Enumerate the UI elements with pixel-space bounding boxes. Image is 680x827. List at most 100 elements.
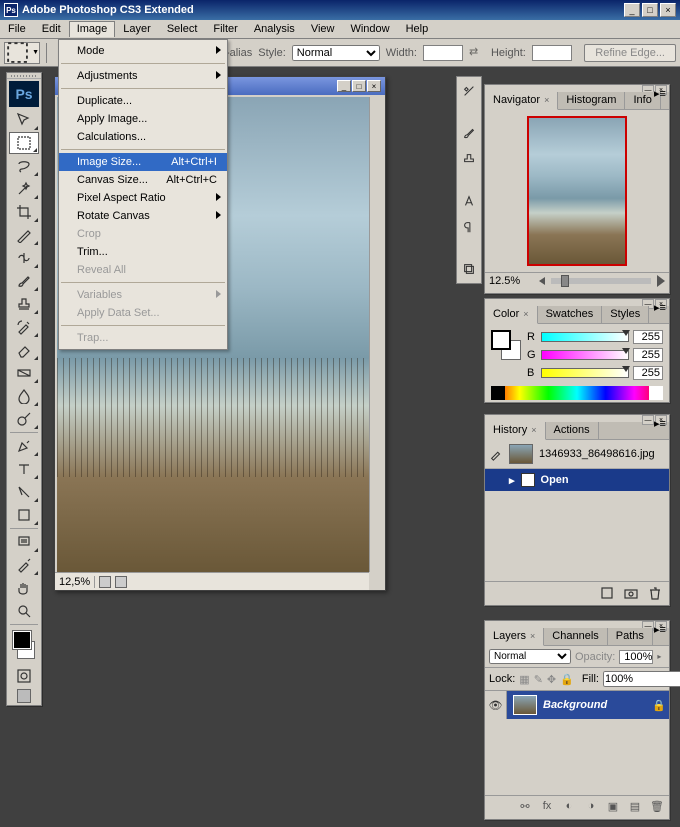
menu-edit[interactable]: Edit [34,21,69,37]
b-slider[interactable] [541,368,629,378]
panel-menu-icon[interactable]: ▸≡ [653,299,667,315]
stamp-tool[interactable] [9,293,39,315]
lasso-tool[interactable] [9,155,39,177]
lock-all-icon[interactable]: 🔒 [560,672,574,686]
screen-mode-button[interactable] [9,689,39,703]
close-button[interactable]: × [660,3,676,17]
dock-paragraph-icon[interactable] [459,217,479,237]
menu-mode[interactable]: Mode [59,42,227,60]
history-snapshot[interactable]: 1346933_86498616.jpg [485,440,669,469]
menu-filter[interactable]: Filter [205,21,245,37]
dock-clone-icon[interactable] [459,149,479,169]
brush-tool[interactable] [9,270,39,292]
history-state[interactable]: ▸ Open [485,469,669,491]
menu-image[interactable]: Image [69,21,116,37]
marquee-tool[interactable] [9,132,39,154]
menu-calculations[interactable]: Calculations... [59,128,227,146]
dock-layercomps-icon[interactable] [459,259,479,279]
tab-paths[interactable]: Paths [608,628,653,645]
tab-layers[interactable]: Layers× [485,628,544,646]
zoom-in-icon[interactable] [657,275,665,287]
g-input[interactable] [633,348,663,362]
shape-tool[interactable] [9,504,39,526]
doc-maximize-button[interactable]: □ [352,80,366,92]
fill-input[interactable] [603,671,680,687]
r-slider[interactable] [541,332,629,342]
style-select[interactable]: Normal [292,45,380,61]
quickmask-button[interactable] [9,665,39,687]
lock-position-icon[interactable]: ✥ [547,672,556,686]
panel-menu-icon[interactable]: ▸≡ [653,415,667,431]
maximize-button[interactable]: □ [642,3,658,17]
menu-view[interactable]: View [303,21,343,37]
zoom-tool[interactable] [9,600,39,622]
menu-apply-image[interactable]: Apply Image... [59,110,227,128]
panel-menu-icon[interactable]: ▸≡ [653,85,667,101]
navigator-zoom[interactable]: 12.5% [489,275,533,287]
tab-actions[interactable]: Actions [546,422,599,439]
opacity-flyout-icon[interactable]: ▸ [657,652,661,661]
type-tool[interactable] [9,458,39,480]
doc-minimize-button[interactable]: _ [337,80,351,92]
lock-paint-icon[interactable]: ✎ [534,672,543,686]
heal-tool[interactable] [9,247,39,269]
color-swatches[interactable] [11,629,37,661]
visibility-icon[interactable]: 👁 [485,691,507,719]
zoom-readout[interactable]: 12,5% [55,576,95,588]
layer-name[interactable]: Background [543,699,649,711]
minimize-button[interactable]: _ [624,3,640,17]
zoom-out-icon[interactable] [539,277,545,285]
tab-histogram[interactable]: Histogram [558,92,625,109]
layer-row[interactable]: 👁 Background 🔒 [485,691,669,719]
tab-swatches[interactable]: Swatches [538,306,603,323]
opacity-input[interactable] [619,650,653,664]
zoom-slider[interactable] [551,278,651,284]
layer-style-icon[interactable]: fx [539,799,555,813]
r-input[interactable] [633,330,663,344]
resize-corner[interactable] [369,572,385,590]
eyedropper-tool[interactable] [9,554,39,576]
tab-history[interactable]: History× [485,422,546,440]
path-tool[interactable] [9,481,39,503]
menu-window[interactable]: Window [342,21,397,37]
blend-mode-select[interactable]: Normal [489,649,571,664]
eraser-tool[interactable] [9,339,39,361]
menu-file[interactable]: File [0,21,34,37]
swap-wh-icon[interactable]: ⇄ [469,45,485,61]
dock-brushes-icon[interactable] [459,123,479,143]
status-icon[interactable] [115,576,127,588]
menu-image-size[interactable]: Image Size...Alt+Ctrl+I [59,153,227,171]
hand-tool[interactable] [9,577,39,599]
new-doc-from-state-icon[interactable] [599,585,615,599]
foreground-swatch[interactable] [13,631,31,649]
menu-trim[interactable]: Trim... [59,243,227,261]
width-input[interactable] [423,45,463,61]
status-icon[interactable] [99,576,111,588]
delete-state-icon[interactable] [647,585,663,599]
layer-mask-icon[interactable]: ◐ [561,799,577,813]
b-input[interactable] [633,366,663,380]
history-brush-tool[interactable] [9,316,39,338]
palette-handle[interactable] [7,73,41,79]
menu-analysis[interactable]: Analysis [246,21,303,37]
new-snapshot-icon[interactable] [623,585,639,599]
menu-adjustments[interactable]: Adjustments [59,67,227,85]
move-tool[interactable] [9,109,39,131]
blur-tool[interactable] [9,385,39,407]
color-spectrum[interactable] [491,386,663,400]
new-layer-icon[interactable]: ▤ [627,799,643,813]
adjustment-layer-icon[interactable]: ◑ [583,799,599,813]
crop-tool[interactable] [9,201,39,223]
lock-transparent-icon[interactable]: ▦ [519,672,529,686]
g-slider[interactable] [541,350,629,360]
menu-select[interactable]: Select [159,21,206,37]
notes-tool[interactable] [9,531,39,553]
dock-tool-presets-icon[interactable] [459,81,479,101]
color-foreground[interactable] [491,330,511,350]
pen-tool[interactable] [9,435,39,457]
refine-edge-button[interactable]: Refine Edge... [584,44,676,62]
height-input[interactable] [532,45,572,61]
gradient-tool[interactable] [9,362,39,384]
menu-duplicate[interactable]: Duplicate... [59,92,227,110]
tab-styles[interactable]: Styles [602,306,649,323]
